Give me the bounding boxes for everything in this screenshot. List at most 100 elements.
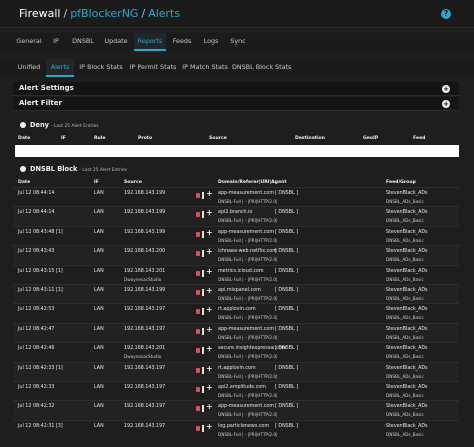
info-icon[interactable] [202, 211, 204, 218]
col-destination[interactable]: Destination [295, 136, 325, 141]
add-icon[interactable]: + [206, 345, 213, 353]
tab-general[interactable]: General [14, 33, 44, 51]
add-icon[interactable]: + [206, 423, 213, 431]
help-icon[interactable]: ? [441, 9, 451, 19]
info-icon[interactable] [202, 231, 204, 238]
tab-dnsbl[interactable]: DNSBL [68, 33, 98, 51]
lock-icon[interactable] [196, 251, 200, 256]
lock-icon[interactable] [196, 290, 200, 295]
alert-filter-title: Alert Filter [19, 99, 62, 107]
row-domain[interactable]: rt.applovin.com [218, 366, 256, 371]
info-icon[interactable] [202, 250, 204, 257]
info-icon[interactable] [202, 308, 204, 315]
tab-logs[interactable]: Logs [198, 33, 224, 51]
alert-settings-panel[interactable]: Alert Settings + [13, 82, 459, 96]
info-icon[interactable] [202, 270, 204, 277]
info-icon[interactable] [202, 405, 204, 412]
row-feed: StevenBlack_ADs [386, 327, 428, 332]
lock-icon[interactable] [196, 426, 200, 431]
lock-icon[interactable] [196, 271, 200, 276]
row-date: Jul 12 08:44:14 [18, 191, 55, 196]
info-icon[interactable] [202, 328, 204, 335]
tab-ip[interactable]: IP [46, 33, 66, 51]
row-group: DNSBL_ADs_Basic [386, 374, 424, 379]
info-icon[interactable] [202, 367, 204, 374]
add-icon[interactable]: + [206, 306, 213, 314]
lock-icon[interactable] [196, 309, 200, 314]
tab-sync[interactable]: Sync [226, 33, 250, 51]
row-domain[interactable]: app-measurement.com [218, 404, 274, 409]
breadcrumb-pfblockerng[interactable]: pfBlockerNG [70, 7, 138, 20]
tab-ip-permit-stats[interactable]: IP Permit Stats [128, 59, 178, 77]
row-source: 192.168.143.197 [124, 327, 166, 332]
lock-icon[interactable] [196, 232, 200, 237]
lock-icon[interactable] [196, 212, 200, 217]
row-domain[interactable]: api2.branch.io [218, 210, 252, 215]
info-icon[interactable] [202, 289, 204, 296]
breadcrumb-firewall[interactable]: Firewall [19, 7, 60, 20]
tab-dnsbl-block-stats[interactable]: DNSBL Block Stats [232, 59, 291, 77]
add-icon[interactable]: + [206, 287, 213, 295]
add-icon[interactable]: + [206, 209, 213, 217]
expand-icon[interactable]: + [442, 85, 450, 93]
collapse-icon[interactable] [20, 122, 26, 128]
col-feed-group[interactable]: Feed/Group [386, 180, 416, 185]
alert-filter-panel[interactable]: Alert Filter + [13, 97, 459, 111]
expand-icon[interactable]: + [442, 100, 450, 108]
row-agent: DNSBL-Full | - |PRI|HTTP/2.0| [218, 374, 278, 379]
info-icon[interactable] [202, 386, 204, 393]
row-domain[interactable]: app-measurement.com [218, 230, 274, 235]
info-icon[interactable] [202, 425, 204, 432]
col-date[interactable]: Date [18, 136, 30, 141]
col-if[interactable]: IF [94, 180, 99, 185]
add-icon[interactable]: + [206, 229, 213, 237]
tab-ip-block-stats[interactable]: IP Block Stats [78, 59, 124, 77]
table-row: Jul 12 08:43:15 [1] LAN 192.168.143.201 Dwa… [13, 265, 459, 284]
info-icon[interactable] [202, 347, 204, 354]
row-agent: DNSBL-Full | - |PRI|HTTP/2.0| [218, 412, 278, 417]
add-icon[interactable]: + [206, 248, 213, 256]
add-icon[interactable]: + [206, 326, 213, 334]
col-rule[interactable]: Rule [94, 136, 106, 141]
col-feed[interactable]: Feed [413, 136, 425, 141]
add-icon[interactable]: + [206, 190, 213, 198]
lock-icon[interactable] [196, 193, 200, 198]
row-domain[interactable]: app-measurement.com [218, 191, 274, 196]
row-domain[interactable]: rt.applovin.com [218, 307, 256, 312]
collapse-icon[interactable] [20, 166, 26, 172]
tab-reports[interactable]: Reports [134, 33, 166, 51]
row-domain[interactable]: app-measurement.com [218, 327, 274, 332]
add-icon[interactable]: + [206, 384, 213, 392]
breadcrumb-alerts[interactable]: Alerts [148, 7, 180, 20]
tab-feeds[interactable]: Feeds [168, 33, 196, 51]
row-domain[interactable]: api.mixpanel.com [218, 288, 261, 293]
tab-unified[interactable]: Unified [14, 59, 44, 77]
add-icon[interactable]: + [206, 365, 213, 373]
lock-icon[interactable] [196, 368, 200, 373]
dnsbl-section-header[interactable]: DNSBL Block - Last 25 Alert Entries [13, 165, 459, 176]
add-icon[interactable]: + [206, 403, 213, 411]
row-date: Jul 12 08:43:48 [1] [18, 230, 63, 235]
info-icon[interactable] [202, 192, 204, 199]
col-geoip[interactable]: GeoIP [363, 136, 378, 141]
col-source[interactable]: Source [124, 180, 142, 185]
add-icon[interactable]: + [206, 268, 213, 276]
col-date[interactable]: Date [18, 180, 30, 185]
deny-section-header[interactable]: Deny - Last 25 Alert Entries [13, 121, 459, 132]
col-proto[interactable]: Proto [138, 136, 152, 141]
row-domain[interactable]: metrics.icloud.com [218, 269, 264, 274]
tab-alerts[interactable]: Alerts [46, 59, 74, 77]
col-source[interactable]: Source [209, 136, 227, 141]
tab-ip-match-stats[interactable]: IP Match Stats [182, 59, 228, 77]
lock-icon[interactable] [196, 406, 200, 411]
tab-update[interactable]: Update [100, 33, 132, 51]
row-domain[interactable]: api2.amplitude.com [218, 385, 266, 390]
lock-icon[interactable] [196, 329, 200, 334]
row-domain[interactable]: ichnaea-web.netflix.com [218, 249, 277, 254]
col-if[interactable]: IF [61, 136, 66, 141]
lock-icon[interactable] [196, 348, 200, 353]
lock-icon[interactable] [196, 387, 200, 392]
row-group: DNSBL_ADs_Basic [386, 238, 424, 243]
col-domain[interactable]: Domain/Referer|URI|Agent [218, 180, 287, 185]
row-domain[interactable]: log.particlenews.com [218, 424, 269, 429]
